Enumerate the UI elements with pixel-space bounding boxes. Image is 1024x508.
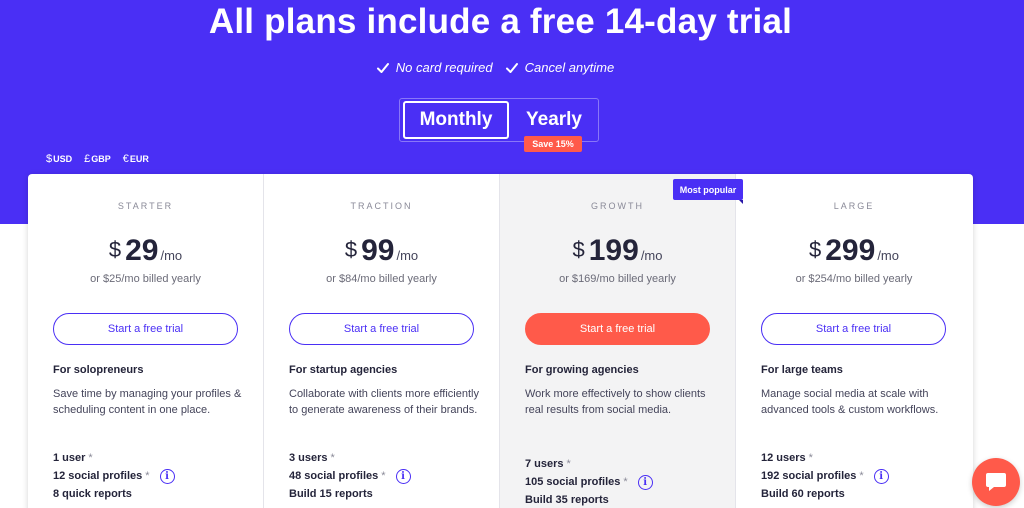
start-trial-button[interactable]: Start a free trial bbox=[525, 313, 710, 345]
feature-users: 1 user * bbox=[53, 452, 93, 464]
yearly-toggle-button[interactable]: Yearly bbox=[512, 101, 596, 139]
plan-card-growth: GROWTH $199/mo or $169/mo billed yearly … bbox=[500, 174, 736, 508]
info-icon[interactable]: i bbox=[637, 474, 653, 490]
billed-yearly-note: or $254/mo billed yearly bbox=[795, 273, 913, 285]
feature-users: 7 users * bbox=[525, 458, 571, 470]
most-popular-badge: Most popular bbox=[673, 179, 743, 204]
plan-features: 12 users * 192 social profiles * i Build 60… bbox=[761, 449, 889, 503]
feature-reports: Build 35 reports bbox=[525, 494, 609, 506]
feature-reports: 8 quick reports bbox=[53, 488, 132, 500]
plan-name: STARTER bbox=[117, 201, 174, 211]
chat-launcher-button[interactable] bbox=[972, 458, 1020, 506]
plan-card-traction: TRACTION $99/mo or $84/mo billed yearly … bbox=[264, 174, 500, 508]
plan-price: $299/mo bbox=[809, 234, 899, 267]
chat-icon bbox=[986, 473, 1006, 491]
plan-name: GROWTH bbox=[591, 201, 644, 211]
feature-users: 12 users * bbox=[761, 452, 813, 464]
info-icon[interactable]: i bbox=[159, 468, 175, 484]
feature-social-profiles: 48 social profiles * i bbox=[289, 467, 411, 485]
perk-label: Cancel anytime bbox=[524, 60, 615, 75]
plan-name: TRACTION bbox=[350, 201, 413, 211]
plan-features: 7 users * 105 social profiles * i Build 35 … bbox=[525, 455, 653, 508]
currency-eur[interactable]: €EUR bbox=[123, 153, 149, 165]
perks-list: No card required Cancel anytime bbox=[0, 60, 990, 75]
feature-reports: Build 15 reports bbox=[289, 488, 373, 500]
currency-selector: $USD £GBP €EUR bbox=[46, 153, 149, 165]
billed-yearly-note: or $169/mo billed yearly bbox=[559, 273, 676, 285]
billed-yearly-note: or $84/mo billed yearly bbox=[326, 273, 437, 285]
plan-description: Collaborate with clients more efficientl… bbox=[289, 388, 479, 416]
monthly-toggle-button[interactable]: Monthly bbox=[403, 101, 509, 139]
plan-audience: For growing agencies bbox=[525, 364, 639, 376]
feature-reports: Build 60 reports bbox=[761, 488, 845, 500]
plan-audience: For solopreneurs bbox=[53, 364, 144, 376]
plan-audience: For large teams bbox=[761, 364, 843, 376]
perk-item: Cancel anytime bbox=[505, 60, 615, 75]
plan-price: $99/mo bbox=[344, 234, 419, 267]
plan-description: Work more effectively to show clients re… bbox=[525, 388, 706, 416]
info-icon[interactable]: i bbox=[873, 468, 889, 484]
save-badge: Save 15% bbox=[524, 136, 582, 152]
plan-description: Save time by managing your profiles & sc… bbox=[53, 388, 242, 416]
plan-features: 1 user * 12 social profiles * i 8 quick rep… bbox=[53, 449, 175, 503]
plan-audience: For startup agencies bbox=[289, 364, 398, 376]
plan-price: $199/mo bbox=[572, 234, 663, 267]
currency-usd[interactable]: $USD bbox=[46, 153, 72, 165]
feature-social-profiles: 192 social profiles * i bbox=[761, 467, 889, 485]
currency-gbp[interactable]: £GBP bbox=[84, 153, 111, 165]
plan-card-large: LARGE $299/mo or $254/mo billed yearly S… bbox=[736, 174, 972, 508]
feature-social-profiles: 12 social profiles * i bbox=[53, 467, 175, 485]
check-icon bbox=[505, 62, 518, 73]
feature-users: 3 users * bbox=[289, 452, 335, 464]
feature-social-profiles: 105 social profiles * i bbox=[525, 473, 653, 491]
billed-yearly-note: or $25/mo billed yearly bbox=[90, 273, 201, 285]
plan-card-starter: STARTER $29/mo or $25/mo billed yearly S… bbox=[28, 174, 264, 508]
pricing-cards: STARTER $29/mo or $25/mo billed yearly S… bbox=[28, 174, 973, 508]
plan-description: Manage social media at scale with advanc… bbox=[761, 388, 939, 416]
info-icon[interactable]: i bbox=[395, 468, 411, 484]
start-trial-button[interactable]: Start a free trial bbox=[761, 313, 946, 345]
page-title: All plans include a free 14-day trial bbox=[208, 2, 793, 41]
plan-price: $29/mo bbox=[108, 234, 183, 267]
plan-name: LARGE bbox=[833, 201, 875, 211]
check-icon bbox=[376, 62, 389, 73]
start-trial-button[interactable]: Start a free trial bbox=[289, 313, 474, 345]
perk-label: No card required bbox=[395, 60, 493, 75]
plan-features: 3 users * 48 social profiles * i Build 15 r… bbox=[289, 449, 411, 503]
perk-item: No card required bbox=[376, 60, 493, 75]
start-trial-button[interactable]: Start a free trial bbox=[53, 313, 238, 345]
